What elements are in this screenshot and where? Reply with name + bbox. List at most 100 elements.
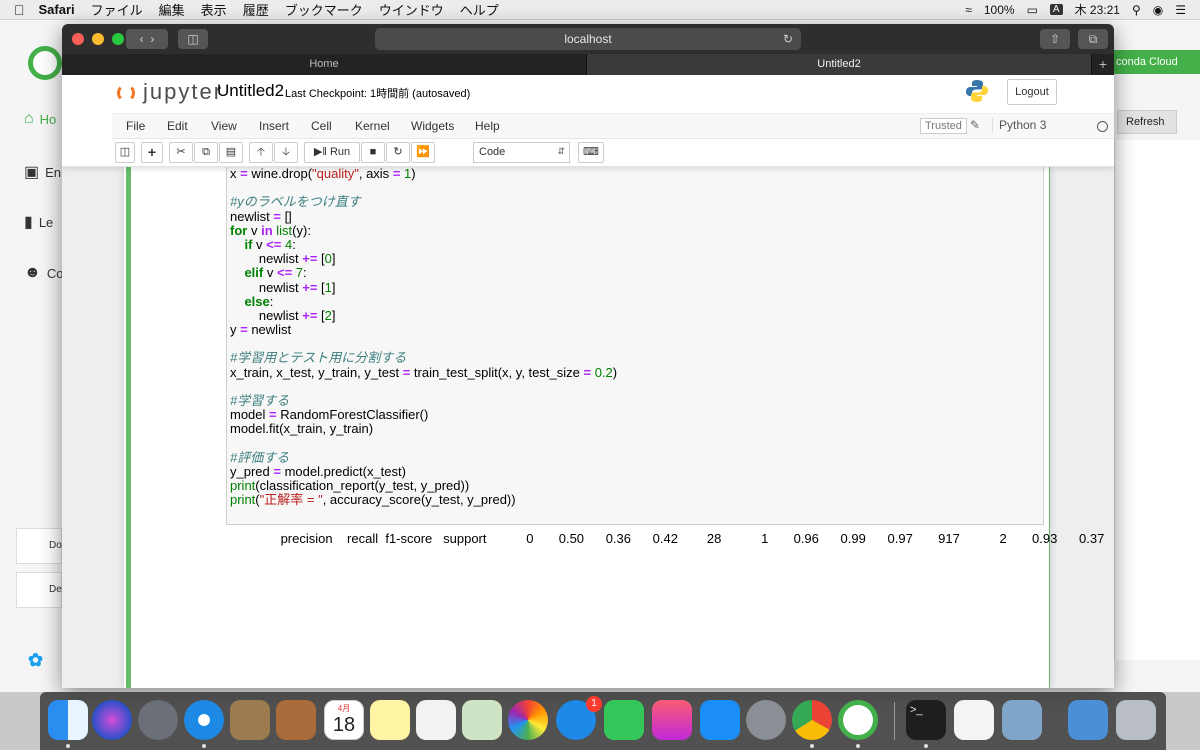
address-bar[interactable]: localhost ↻ bbox=[375, 28, 801, 50]
menu-cell[interactable]: Cell bbox=[311, 119, 332, 133]
code-line[interactable]: #yのラベルをつけ直す bbox=[230, 195, 617, 209]
code-line[interactable]: y_pred = model.predict(x_test) bbox=[230, 464, 617, 479]
menubar-clock[interactable]: 木 23:21 bbox=[1075, 1, 1120, 18]
battery-icon[interactable]: ▭ bbox=[1027, 3, 1038, 17]
code-line[interactable]: ​ bbox=[230, 181, 617, 195]
close-window-button[interactable] bbox=[72, 33, 84, 45]
menubar-item-edit[interactable]: 編集 bbox=[159, 0, 185, 19]
refresh-button[interactable]: Refresh bbox=[1117, 110, 1177, 134]
code-line[interactable]: model = RandomForestClassifier() bbox=[230, 407, 617, 422]
calendar-icon[interactable]: 4月 18 bbox=[324, 700, 364, 740]
code-line[interactable]: #学習する bbox=[230, 393, 617, 408]
move-down-icon[interactable]: 🡣 bbox=[274, 142, 298, 163]
code-line[interactable]: model.fit(x_train, y_train) bbox=[230, 422, 617, 436]
code-line[interactable]: y = newlist bbox=[230, 322, 617, 337]
apple-icon[interactable]:  bbox=[14, 2, 25, 18]
menubar-item-history[interactable]: 履歴 bbox=[243, 0, 269, 19]
back-forward-buttons[interactable]: ‹ › bbox=[126, 29, 168, 49]
sidebar-item-learning[interactable]: ▮ Le bbox=[24, 212, 53, 232]
siri-icon[interactable] bbox=[92, 700, 132, 740]
cell-type-select[interactable]: Code ⇵ bbox=[473, 142, 570, 163]
tab-overview-icon[interactable]: ⧉ bbox=[1078, 29, 1108, 49]
contacts-icon[interactable] bbox=[276, 700, 316, 740]
notebook-name[interactable]: Untitled2 bbox=[217, 81, 284, 101]
menubar-item-file[interactable]: ファイル bbox=[91, 0, 143, 19]
trusted-indicator[interactable]: Trusted bbox=[920, 118, 967, 134]
menu-insert[interactable]: Insert bbox=[259, 119, 289, 133]
documentation-button[interactable]: Do bbox=[16, 528, 62, 564]
copy-icon[interactable]: ⧉ bbox=[194, 142, 218, 163]
finder-icon[interactable] bbox=[48, 700, 88, 740]
developer-blog-button[interactable]: De bbox=[16, 572, 62, 608]
twitter-icon[interactable]: ✿ bbox=[28, 650, 43, 671]
menubar-app-name[interactable]: Safari bbox=[39, 2, 75, 17]
menubar-item-view[interactable]: 表示 bbox=[201, 0, 227, 19]
anaconda-cloud-button[interactable]: conda Cloud bbox=[1112, 50, 1200, 74]
code-line[interactable]: print(classification_report(y_test, y_pr… bbox=[230, 478, 617, 493]
facetime-icon[interactable] bbox=[604, 700, 644, 740]
insert-cell-below-icon[interactable]: + bbox=[141, 142, 163, 163]
paste-icon[interactable]: ▤ bbox=[219, 142, 243, 163]
new-tab-button[interactable]: + bbox=[1092, 54, 1114, 75]
system-preferences-gear-icon[interactable] bbox=[746, 700, 786, 740]
reminders-icon[interactable] bbox=[416, 700, 456, 740]
menu-view[interactable]: View bbox=[211, 119, 237, 133]
menu-widgets[interactable]: Widgets bbox=[411, 119, 454, 133]
trash-icon[interactable] bbox=[1116, 700, 1156, 740]
run-button[interactable]: ▶‖ Run bbox=[304, 142, 360, 163]
restart-run-all-icon[interactable]: ⏩ bbox=[411, 142, 435, 163]
code-line[interactable]: #学習用とテスト用に分割する bbox=[230, 351, 617, 365]
move-up-icon[interactable]: 🡡 bbox=[249, 142, 273, 163]
code-line[interactable]: elif v <= 7: bbox=[230, 266, 617, 280]
mail-eagle-icon[interactable] bbox=[230, 700, 270, 740]
restart-kernel-icon[interactable]: ↻ bbox=[386, 142, 410, 163]
tab-home[interactable]: Home bbox=[62, 54, 587, 75]
code-line[interactable]: x_train, x_test, y_train, y_test = train… bbox=[230, 365, 617, 380]
itunes-music-icon[interactable] bbox=[652, 700, 692, 740]
menu-edit[interactable]: Edit bbox=[167, 119, 188, 133]
sidebar-item-home[interactable]: ⌂ Ho bbox=[24, 110, 56, 128]
sidebar-item-community[interactable]: ☻ Co bbox=[24, 264, 63, 282]
code-line[interactable]: newlist = [] bbox=[230, 209, 617, 224]
sidebar-item-environments[interactable]: ▣ En bbox=[24, 162, 61, 182]
code-line[interactable]: newlist += [0] bbox=[230, 251, 617, 266]
downloads-folder-icon[interactable] bbox=[1068, 700, 1108, 740]
anaconda-navigator-icon[interactable] bbox=[838, 700, 878, 740]
menu-kernel[interactable]: Kernel bbox=[355, 119, 390, 133]
code-line[interactable]: ​ bbox=[230, 337, 617, 351]
menu-help[interactable]: Help bbox=[475, 119, 500, 133]
code-line[interactable]: newlist += [2] bbox=[230, 308, 617, 323]
textedit-icon[interactable] bbox=[954, 700, 994, 740]
save-icon[interactable]: ◫ bbox=[115, 142, 135, 163]
code-line[interactable]: ​ bbox=[230, 380, 617, 394]
code-line[interactable]: else: bbox=[230, 294, 617, 309]
code-line[interactable]: if v <= 4: bbox=[230, 237, 617, 252]
preview-icon[interactable] bbox=[1002, 700, 1042, 740]
code-line[interactable]: x = wine.drop("quality", axis = 1) bbox=[230, 166, 617, 181]
photos-icon[interactable] bbox=[508, 700, 548, 740]
battery-percent[interactable]: 100% bbox=[984, 3, 1015, 17]
code-editor[interactable]: x = wine.drop("quality", axis = 1)​#yのラベ… bbox=[230, 166, 617, 508]
share-icon[interactable]: ⇧ bbox=[1040, 29, 1070, 49]
tab-untitled2[interactable]: Untitled2 bbox=[587, 54, 1092, 75]
command-palette-keyboard-icon[interactable]: ⌨ bbox=[578, 142, 604, 163]
reload-icon[interactable]: ↻ bbox=[783, 28, 793, 50]
terminal-icon[interactable]: >_ bbox=[906, 700, 946, 740]
menubar-item-bookmarks[interactable]: ブックマーク bbox=[285, 0, 363, 19]
cut-icon[interactable]: ✂ bbox=[169, 142, 193, 163]
input-mode-indicator[interactable]: A bbox=[1049, 4, 1063, 15]
safari-compass-icon[interactable] bbox=[184, 700, 224, 740]
interrupt-kernel-icon[interactable]: ■ bbox=[361, 142, 385, 163]
code-line[interactable]: for v in list(y): bbox=[230, 223, 617, 238]
notes-icon[interactable] bbox=[370, 700, 410, 740]
siri-icon[interactable]: ◉ bbox=[1153, 3, 1163, 17]
app-store-icon[interactable] bbox=[700, 700, 740, 740]
sidebar-toggle-icon[interactable]: ◫ bbox=[178, 29, 208, 49]
zoom-window-button[interactable] bbox=[112, 33, 124, 45]
wifi-icon[interactable]: ≈ bbox=[965, 3, 972, 17]
launchpad-rocket-icon[interactable] bbox=[138, 700, 178, 740]
notification-center-icon[interactable]: ☰ bbox=[1175, 3, 1186, 17]
maps-icon[interactable] bbox=[462, 700, 502, 740]
jupyter-logo[interactable]: jupyter bbox=[117, 79, 223, 105]
code-line[interactable]: #評価する bbox=[230, 450, 617, 465]
